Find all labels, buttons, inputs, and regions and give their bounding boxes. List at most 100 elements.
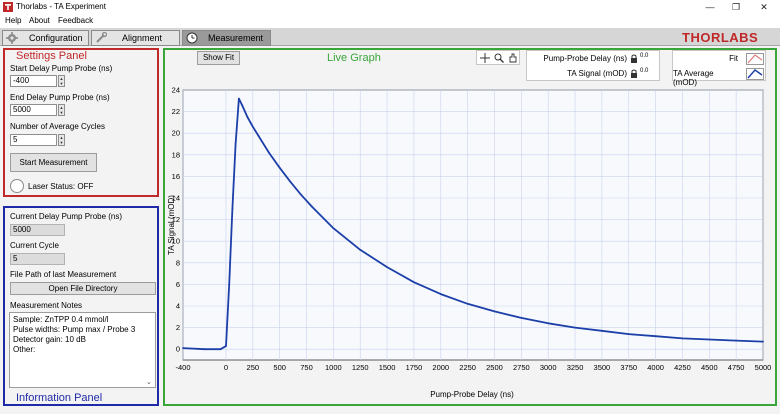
data-point (219, 348, 222, 351)
data-point (547, 322, 550, 325)
gear-icon (6, 32, 18, 44)
cursor-tool-icon[interactable] (480, 53, 490, 63)
zoom-tool-icon[interactable] (494, 53, 504, 63)
window-title: Thorlabs - TA Experiment (16, 2, 106, 11)
data-point (289, 180, 292, 183)
data-point (246, 116, 249, 118)
notes-line: Sample: ZnTPP 0.4 mmol/l (13, 315, 109, 324)
data-point (228, 283, 231, 286)
y-axis-label: TA Signal (mOD) (167, 195, 176, 255)
open-file-directory-button[interactable]: Open File Directory (10, 282, 156, 295)
menu-feedback[interactable]: Feedback (58, 16, 93, 25)
data-point (257, 134, 260, 137)
current-cycle-value: 5 (10, 253, 65, 265)
x-tick-label: -400 (175, 363, 190, 372)
y-tick-label: 24 (172, 86, 180, 95)
scale-legend-y-name: TA Signal (mOD) (567, 69, 627, 78)
data-point (182, 347, 184, 350)
data-point (231, 207, 234, 210)
file-path-label: File Path of last Measurement (10, 270, 117, 279)
menu-about[interactable]: About (29, 16, 50, 25)
avg-cycles-input[interactable]: 5 (10, 134, 57, 146)
data-point (681, 337, 684, 340)
notes-line: Pulse widths: Pump max / Probe 3 (13, 325, 136, 334)
x-tick-label: 1500 (379, 363, 396, 372)
end-delay-stepper[interactable]: ▲ ▼ (58, 104, 65, 116)
data-point (735, 339, 738, 342)
data-point (268, 151, 270, 154)
thorlabs-logo: THORLABS (682, 30, 759, 45)
notes-line: Other: (13, 345, 36, 354)
data-point (241, 104, 243, 107)
data-point (493, 310, 496, 313)
lock-icon[interactable] (630, 54, 638, 63)
start-delay-input[interactable]: -400 (10, 75, 57, 87)
x-tick-label: 3250 (567, 363, 584, 372)
scale-format-y[interactable]: 0.0 (640, 68, 648, 74)
tab-measurement[interactable]: Measurement (182, 30, 271, 46)
legend-fit-label: Fit (729, 54, 738, 63)
tab-measurement-label: Measurement (208, 33, 264, 43)
measurement-notes-label: Measurement Notes (10, 301, 83, 310)
y-tick-label: 16 (172, 172, 180, 181)
y-tick-label: 0 (176, 345, 180, 354)
title-bar (0, 0, 780, 15)
y-tick-label: 22 (172, 107, 180, 116)
end-delay-input[interactable]: 5000 (10, 104, 57, 116)
x-axis-label: Pump-Probe Delay (ns) (430, 390, 514, 399)
close-button[interactable]: ✕ (754, 1, 774, 13)
data-point (627, 333, 630, 335)
tab-alignment[interactable]: Alignment (91, 30, 180, 46)
data-point (762, 340, 764, 343)
data-point (359, 248, 362, 251)
menu-bar (0, 15, 780, 27)
thorlabs-app-icon (3, 2, 13, 12)
legend-ta-average-swatch[interactable] (746, 68, 764, 80)
avg-cycles-label: Number of Average Cycles (10, 122, 106, 131)
laser-status-led (10, 179, 24, 193)
start-delay-label: Start Delay Pump Probe (ns) (10, 64, 113, 73)
data-point (413, 281, 415, 284)
show-fit-button[interactable]: Show Fit (197, 51, 240, 65)
pan-tool-icon[interactable] (508, 53, 518, 63)
x-tick-label: 250 (247, 363, 260, 372)
minimize-button[interactable]: — (700, 1, 720, 13)
scale-format-x[interactable]: 0.0 (640, 53, 648, 59)
y-tick-label: 18 (172, 150, 180, 159)
ta-chart[interactable]: -400 0 250 500 750 1000 1250 1500 1750 2000 2250 25… (165, 85, 775, 403)
wrench-icon (96, 32, 107, 43)
tab-configuration-label: Configuration (29, 33, 83, 43)
y-tick-label: 20 (172, 129, 180, 138)
scale-legend: Pump-Probe Delay (ns) 0.0 TA Signal (mOD… (526, 50, 660, 81)
maximize-button[interactable]: ❐ (726, 1, 746, 13)
data-point (225, 345, 227, 347)
end-delay-label: End Delay Pump Probe (ns) (10, 93, 110, 102)
data-point (278, 166, 281, 169)
measurement-notes-textarea[interactable]: Sample: ZnTPP 0.4 mmol/l Pulse widths: P… (9, 312, 156, 388)
data-point (466, 302, 469, 305)
y-tick-label: 6 (176, 280, 180, 289)
notes-scroll-down-arrow[interactable]: ⌄ (146, 378, 152, 386)
tab-configuration[interactable]: Configuration (2, 30, 89, 46)
data-point (600, 329, 603, 332)
start-measurement-button[interactable]: Start Measurement (10, 153, 97, 172)
start-delay-stepper[interactable]: ▲ ▼ (58, 75, 65, 87)
lock-icon[interactable] (630, 69, 638, 78)
x-tick-label: 500 (273, 363, 286, 372)
x-tick-label: 2500 (486, 363, 503, 372)
x-tick-label: 0 (224, 363, 228, 372)
y-tick-label: 8 (176, 258, 180, 267)
legend-fit-swatch[interactable] (746, 53, 764, 65)
information-panel-title: Information Panel (16, 392, 103, 404)
x-tick-label: 5000 (755, 363, 772, 372)
menu-help[interactable]: Help (5, 16, 21, 25)
x-tick-label: 2250 (459, 363, 476, 372)
x-tick-label: 750 (300, 363, 313, 372)
laser-status-text: Laser Status: OFF (28, 182, 94, 191)
avg-cycles-stepper[interactable]: ▲ ▼ (58, 134, 65, 146)
current-delay-value: 5000 (10, 224, 65, 236)
data-point (520, 316, 523, 319)
current-cycle-label: Current Cycle (10, 241, 59, 250)
data-point (251, 125, 254, 128)
x-tick-label: 4250 (674, 363, 691, 372)
